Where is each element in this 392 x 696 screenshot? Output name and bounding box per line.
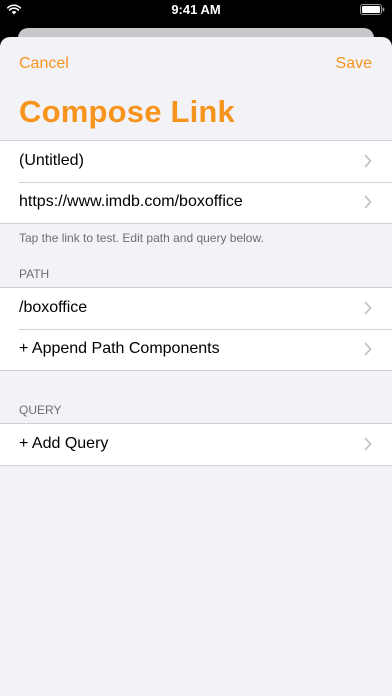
link-group-footer: Tap the link to test. Edit path and quer… — [19, 231, 264, 245]
chevron-right-icon — [364, 301, 372, 315]
link-url-row[interactable]: https://www.imdb.com/boxoffice — [0, 182, 392, 223]
compose-link-sheet: Cancel Save Compose Link (Untitled) http… — [0, 37, 392, 696]
chevron-right-icon — [364, 154, 372, 168]
path-section-header: PATH — [19, 267, 50, 281]
add-query-label: + Add Query — [19, 435, 109, 452]
link-title-row[interactable]: (Untitled) — [0, 141, 392, 182]
query-section-header: QUERY — [19, 403, 62, 417]
save-button[interactable]: Save — [336, 55, 372, 73]
path-row[interactable]: /boxoffice — [0, 288, 392, 329]
chevron-right-icon — [364, 437, 372, 451]
chevron-right-icon — [364, 342, 372, 356]
status-bar: 9:41 AM — [0, 0, 392, 20]
battery-icon — [360, 4, 385, 15]
status-time: 9:41 AM — [171, 2, 221, 17]
page-title: Compose Link — [19, 94, 235, 129]
link-title-label: (Untitled) — [19, 152, 84, 169]
append-path-components-row[interactable]: + Append Path Components — [0, 329, 392, 370]
chevron-right-icon — [364, 195, 372, 209]
path-label: /boxoffice — [19, 299, 88, 316]
cancel-button[interactable]: Cancel — [19, 55, 69, 73]
query-group: + Add Query — [0, 423, 392, 466]
add-query-row[interactable]: + Add Query — [0, 424, 392, 465]
append-path-components-label: + Append Path Components — [19, 340, 220, 357]
path-group: /boxoffice + Append Path Components — [0, 287, 392, 371]
link-group: (Untitled) https://www.imdb.com/boxoffic… — [0, 140, 392, 224]
link-url-label: https://www.imdb.com/boxoffice — [19, 193, 243, 210]
